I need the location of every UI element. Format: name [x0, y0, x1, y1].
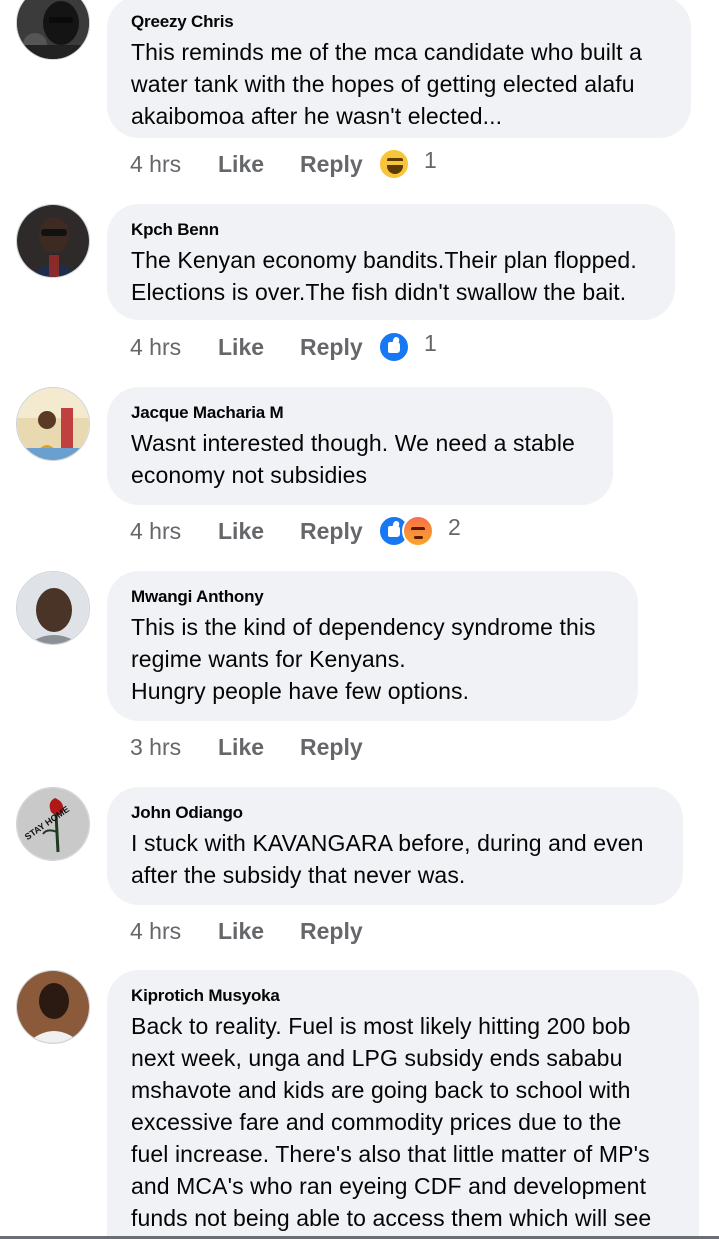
comment-author[interactable]: Mwangi Anthony — [131, 587, 614, 607]
like-button[interactable]: Like — [218, 518, 300, 545]
comment-time[interactable]: 4 hrs — [130, 334, 218, 361]
reaction-summary[interactable]: 1 — [378, 329, 437, 363]
avatar-photo-icon — [17, 0, 89, 59]
comment-actions: 4 hrs Like Reply 1 — [130, 329, 437, 363]
comment-bubble: Mwangi Anthony This is the kind of depen… — [107, 571, 638, 721]
comment-bubble: Qreezy Chris This reminds me of the mca … — [107, 0, 691, 138]
like-button[interactable]: Like — [218, 334, 300, 361]
reply-button[interactable]: Reply — [300, 734, 378, 761]
like-button[interactable]: Like — [218, 151, 300, 178]
reaction-count: 2 — [448, 513, 461, 540]
reaction-summary[interactable]: 2 — [378, 513, 461, 547]
reply-button[interactable]: Reply — [300, 918, 378, 945]
like-button[interactable]: Like — [218, 918, 300, 945]
avatar[interactable]: STAY HOME — [16, 787, 90, 861]
comment-text: I stuck with KAVANGARA before, during an… — [131, 830, 644, 888]
reaction-count: 1 — [424, 146, 437, 173]
avatar-photo-icon — [17, 971, 89, 1043]
reaction-summary[interactable]: 1 — [378, 146, 437, 180]
like-icon — [378, 331, 410, 363]
avatar[interactable] — [16, 0, 90, 60]
comment-author[interactable]: John Odiango — [131, 803, 659, 823]
comment-actions: 3 hrs Like Reply — [130, 731, 378, 763]
comment-bubble: Kpch Benn The Kenyan economy bandits.The… — [107, 204, 675, 320]
haha-icon — [378, 148, 410, 180]
comment-actions: 4 hrs Like Reply — [130, 915, 378, 947]
reply-button[interactable]: Reply — [300, 334, 378, 361]
reaction-count: 1 — [424, 329, 437, 356]
comment-bubble: John Odiango I stuck with KAVANGARA befo… — [107, 787, 683, 905]
comment-text: Back to reality. Fuel is most likely hit… — [131, 1013, 652, 1231]
reply-button[interactable]: Reply — [300, 518, 378, 545]
comment-text: This reminds me of the mca candidate who… — [131, 39, 643, 129]
comment-text: Wasnt interested though. We need a stabl… — [131, 430, 575, 488]
comment-bubble: Kiprotich Musyoka Back to reality. Fuel … — [107, 970, 699, 1239]
comment-author[interactable]: Qreezy Chris — [131, 12, 667, 32]
comment-time[interactable]: 4 hrs — [130, 518, 218, 545]
avatar[interactable] — [16, 387, 90, 461]
comment-author[interactable]: Kpch Benn — [131, 220, 651, 240]
comment-time[interactable]: 3 hrs — [130, 734, 218, 761]
comment-author[interactable]: Kiprotich Musyoka — [131, 986, 675, 1006]
like-button[interactable]: Like — [218, 734, 300, 761]
comment-time[interactable]: 4 hrs — [130, 918, 218, 945]
comment-bubble: Jacque Macharia M Wasnt interested thoug… — [107, 387, 613, 505]
comment-text: This is the kind of dependency syndrome … — [131, 614, 596, 704]
reply-button[interactable]: Reply — [300, 151, 378, 178]
angry-icon — [402, 515, 434, 547]
avatar[interactable] — [16, 204, 90, 278]
comment-actions: 4 hrs Like Reply 1 — [130, 146, 437, 180]
comment-actions: 4 hrs Like Reply 2 — [130, 513, 461, 547]
avatar[interactable] — [16, 970, 90, 1044]
avatar[interactable] — [16, 571, 90, 645]
avatar-photo-icon — [17, 205, 89, 277]
comment-author[interactable]: Jacque Macharia M — [131, 403, 589, 423]
avatar-photo-icon — [17, 572, 89, 644]
avatar-photo-icon — [17, 388, 89, 460]
comment-text: The Kenyan economy bandits.Their plan fl… — [131, 247, 637, 305]
comment-time[interactable]: 4 hrs — [130, 151, 218, 178]
